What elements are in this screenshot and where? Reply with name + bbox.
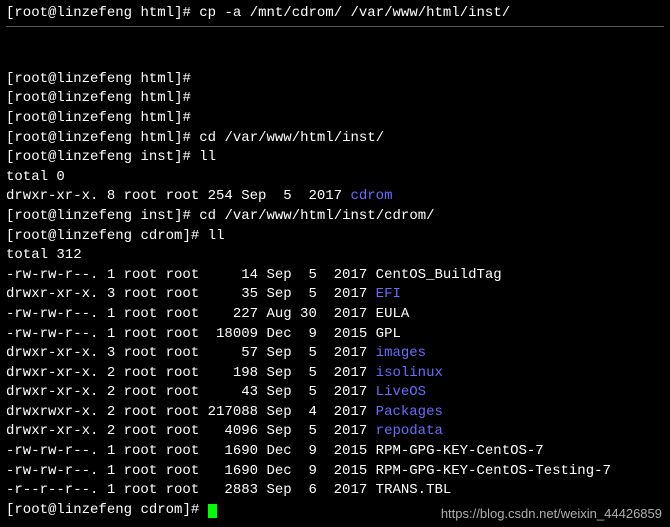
cmd-line-7: [root@linzefeng inst]# cd /var/www/html/… [6,207,664,227]
ls-entry: drwxr-xr-x. 2 root root 4096 Sep 5 2017 … [6,422,664,442]
ls-entry: -rw-rw-r--. 1 root root 18009 Dec 9 2015… [6,325,664,345]
cmd-line-2: [root@linzefeng html]# [6,70,664,90]
ls-entry: -rw-rw-r--. 1 root root 1690 Dec 9 2015 … [6,462,664,482]
ls-entry: drwxrwxr-x. 2 root root 217088 Sep 4 201… [6,403,664,423]
ls-entry: drwxr-xr-x. 2 root root 198 Sep 5 2017 i… [6,364,664,384]
ls-entry: -rw-rw-r--. 1 root root 1690 Dec 9 2015 … [6,442,664,462]
blank-line [6,50,664,70]
cmd-line-8: [root@linzefeng cdrom]# ll [6,227,664,247]
divider [6,26,664,27]
ls-entry-cdrom: drwxr-xr-x. 8 root root 254 Sep 5 2017 c… [6,187,664,207]
ls-entry: drwxr-xr-x. 2 root root 43 Sep 5 2017 Li… [6,383,664,403]
total-line-2: total 312 [6,246,664,266]
cmd-line-6: [root@linzefeng inst]# ll [6,148,664,168]
ls-entry: -rw-rw-r--. 1 root root 227 Aug 30 2017 … [6,305,664,325]
ls-entry: -r--r--r--. 1 root root 2883 Sep 6 2017 … [6,481,664,501]
blank-line [6,31,664,51]
cmd-line-3: [root@linzefeng html]# [6,89,664,109]
ls-entry: -rw-rw-r--. 1 root root 14 Sep 5 2017 Ce… [6,266,664,286]
ls-listing: -rw-rw-r--. 1 root root 14 Sep 5 2017 Ce… [6,266,664,501]
cmd-line-1: [root@linzefeng html]# cp -a /mnt/cdrom/… [6,4,664,24]
cmd-line-4: [root@linzefeng html]# [6,109,664,129]
ls-entry: drwxr-xr-x. 3 root root 57 Sep 5 2017 im… [6,344,664,364]
total-line-1: total 0 [6,168,664,188]
terminal-output[interactable]: [root@linzefeng html]# cp -a /mnt/cdrom/… [6,4,664,520]
ls-entry: drwxr-xr-x. 3 root root 35 Sep 5 2017 EF… [6,285,664,305]
watermark-text: https://blog.csdn.net/weixin_44426859 [441,505,662,523]
cursor-icon [208,504,217,518]
cmd-line-5: [root@linzefeng html]# cd /var/www/html/… [6,129,664,149]
